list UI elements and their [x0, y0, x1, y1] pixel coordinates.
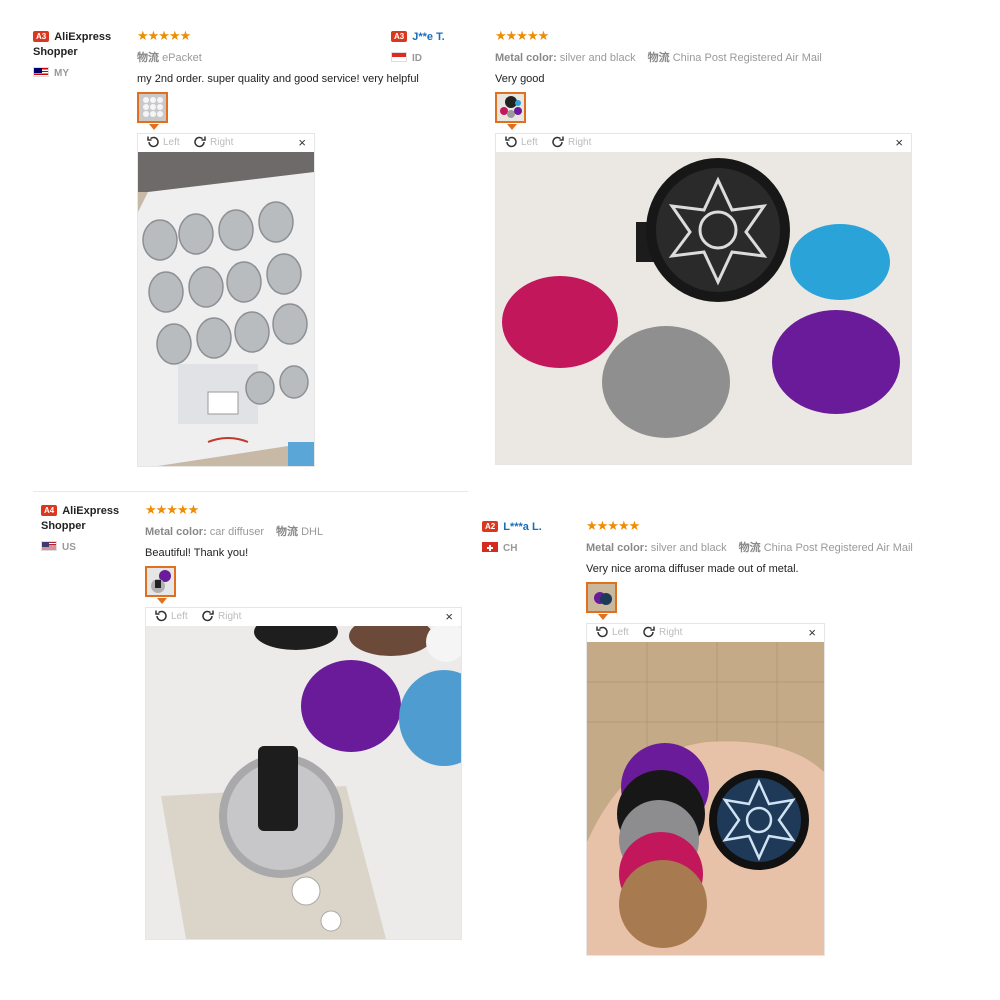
review-thumbnail[interactable] [495, 92, 526, 123]
rotate-right-button[interactable]: Right [642, 625, 682, 639]
rotate-right-icon [643, 626, 655, 638]
review-thumbnail[interactable] [145, 566, 176, 597]
review-meta: Metal color: silver and black 物流 China Po… [586, 539, 976, 555]
review-text: my 2nd order. super quality and good ser… [137, 73, 419, 85]
viewer-toolbar: Left Right × [587, 624, 824, 642]
meta-value: DHL [301, 526, 324, 538]
review-photo[interactable] [496, 152, 911, 464]
rotate-right-icon [202, 610, 214, 622]
meta-key: Metal color: [586, 542, 648, 554]
reviewer-info: A3 J**e T. ID [391, 30, 445, 66]
thumbnail-pointer [157, 598, 167, 604]
review-text: Beautiful! Thank you! [145, 547, 249, 559]
flag-ch-icon [482, 542, 498, 552]
meta-key: 物流 [276, 526, 299, 538]
review-photo[interactable] [138, 152, 314, 466]
level-badge: A3 [33, 31, 50, 42]
level-badge: A2 [482, 521, 499, 532]
close-icon[interactable]: × [445, 610, 453, 624]
rotate-right-icon [194, 136, 206, 148]
review-thumbnail[interactable] [586, 582, 617, 613]
reviewer-name-line2: Shopper [41, 520, 86, 532]
level-badge: A3 [391, 31, 408, 42]
review-meta: Metal color: silver and black 物流 China Po… [495, 49, 915, 65]
rotate-right-label: Right [659, 626, 683, 638]
meta-key: Metal color: [145, 526, 207, 538]
meta-value: silver and black [650, 542, 727, 554]
reviewer-name-line2: Shopper [33, 46, 78, 58]
rotate-left-label: Left [521, 136, 538, 148]
rotate-left-icon [505, 136, 517, 148]
thumbnail-pointer [507, 124, 517, 130]
review-text: Very nice aroma diffuser made out of met… [586, 563, 799, 575]
review-meta: Metal color: car diffuser 物流 DHL [145, 523, 465, 539]
country-code: US [62, 542, 76, 553]
rotate-right-label: Right [210, 136, 234, 148]
flag-us-icon [41, 541, 57, 551]
meta-value: silver and black [559, 52, 636, 64]
review-thumbnail[interactable] [137, 92, 168, 123]
meta-key: 物流 [738, 542, 761, 554]
meta-value: car diffuser [209, 526, 265, 538]
rotate-right-label: Right [568, 136, 592, 148]
level-badge: A4 [41, 505, 58, 516]
country-code: CH [503, 543, 518, 554]
meta-value: China Post Registered Air Mail [672, 52, 822, 64]
reviewer-name: AliExpress [62, 505, 120, 517]
reviewer-name: AliExpress [54, 31, 112, 43]
meta-key: 物流 [647, 52, 670, 64]
rotate-left-icon [596, 626, 608, 638]
review-photo[interactable] [146, 626, 461, 939]
viewer-toolbar: Left Right × [146, 608, 461, 626]
star-rating: ★★★★★ [145, 502, 199, 517]
review-body: ★★★★★ Metal color: silver and black 物流 Ch… [495, 28, 915, 86]
flag-my-icon [33, 67, 49, 77]
review-divider [33, 491, 468, 492]
review-body: ★★★★★ Metal color: car diffuser 物流 DHL Be… [145, 502, 465, 560]
image-viewer: Left Right × [137, 133, 315, 467]
viewer-toolbar: Left Right × [138, 134, 314, 152]
meta-value: ePacket [162, 52, 202, 64]
rotate-left-icon [147, 136, 159, 148]
rotate-right-button[interactable]: Right [551, 135, 591, 149]
reviewer-name[interactable]: L***a L. [503, 521, 542, 533]
review-body: ★★★★★ Metal color: silver and black 物流 Ch… [586, 518, 976, 576]
meta-value: China Post Registered Air Mail [763, 542, 913, 554]
reviewer-info: A4 AliExpress Shopper US [41, 504, 119, 555]
thumbnail-pointer [598, 614, 608, 620]
rotate-left-label: Left [171, 610, 188, 622]
meta-key: 物流 [137, 52, 159, 64]
rotate-left-button[interactable]: Left [595, 625, 629, 639]
image-viewer: Left Right × [145, 607, 462, 940]
rotate-right-button[interactable]: Right [201, 609, 241, 623]
close-icon[interactable]: × [298, 136, 306, 150]
rotate-right-icon [552, 136, 564, 148]
image-viewer: Left Right × [495, 133, 912, 465]
country-code: MY [54, 68, 69, 79]
close-icon[interactable]: × [895, 136, 903, 150]
rotate-left-icon [155, 610, 167, 622]
review-photo[interactable] [587, 642, 824, 955]
close-icon[interactable]: × [808, 626, 816, 640]
image-viewer: Left Right × [586, 623, 825, 956]
country-code: ID [412, 53, 422, 64]
star-rating: ★★★★★ [495, 28, 549, 43]
meta-key: Metal color: [495, 52, 557, 64]
rotate-left-button[interactable]: Left [504, 135, 538, 149]
flag-id-icon [391, 52, 407, 62]
rotate-left-button[interactable]: Left [154, 609, 188, 623]
rotate-left-button[interactable]: Left [146, 135, 180, 149]
viewer-toolbar: Left Right × [496, 134, 911, 152]
reviewer-info: A2 L***a L. CH [482, 520, 542, 556]
reviewer-name[interactable]: J**e T. [412, 31, 444, 43]
star-rating: ★★★★★ [586, 518, 640, 533]
rotate-right-label: Right [218, 610, 242, 622]
reviewer-info: A3 AliExpress Shopper MY [33, 30, 111, 81]
rotate-right-button[interactable]: Right [193, 135, 233, 149]
rotate-left-label: Left [612, 626, 629, 638]
thumbnail-pointer [149, 124, 159, 130]
review-text: Very good [495, 73, 545, 85]
rotate-left-label: Left [163, 136, 180, 148]
